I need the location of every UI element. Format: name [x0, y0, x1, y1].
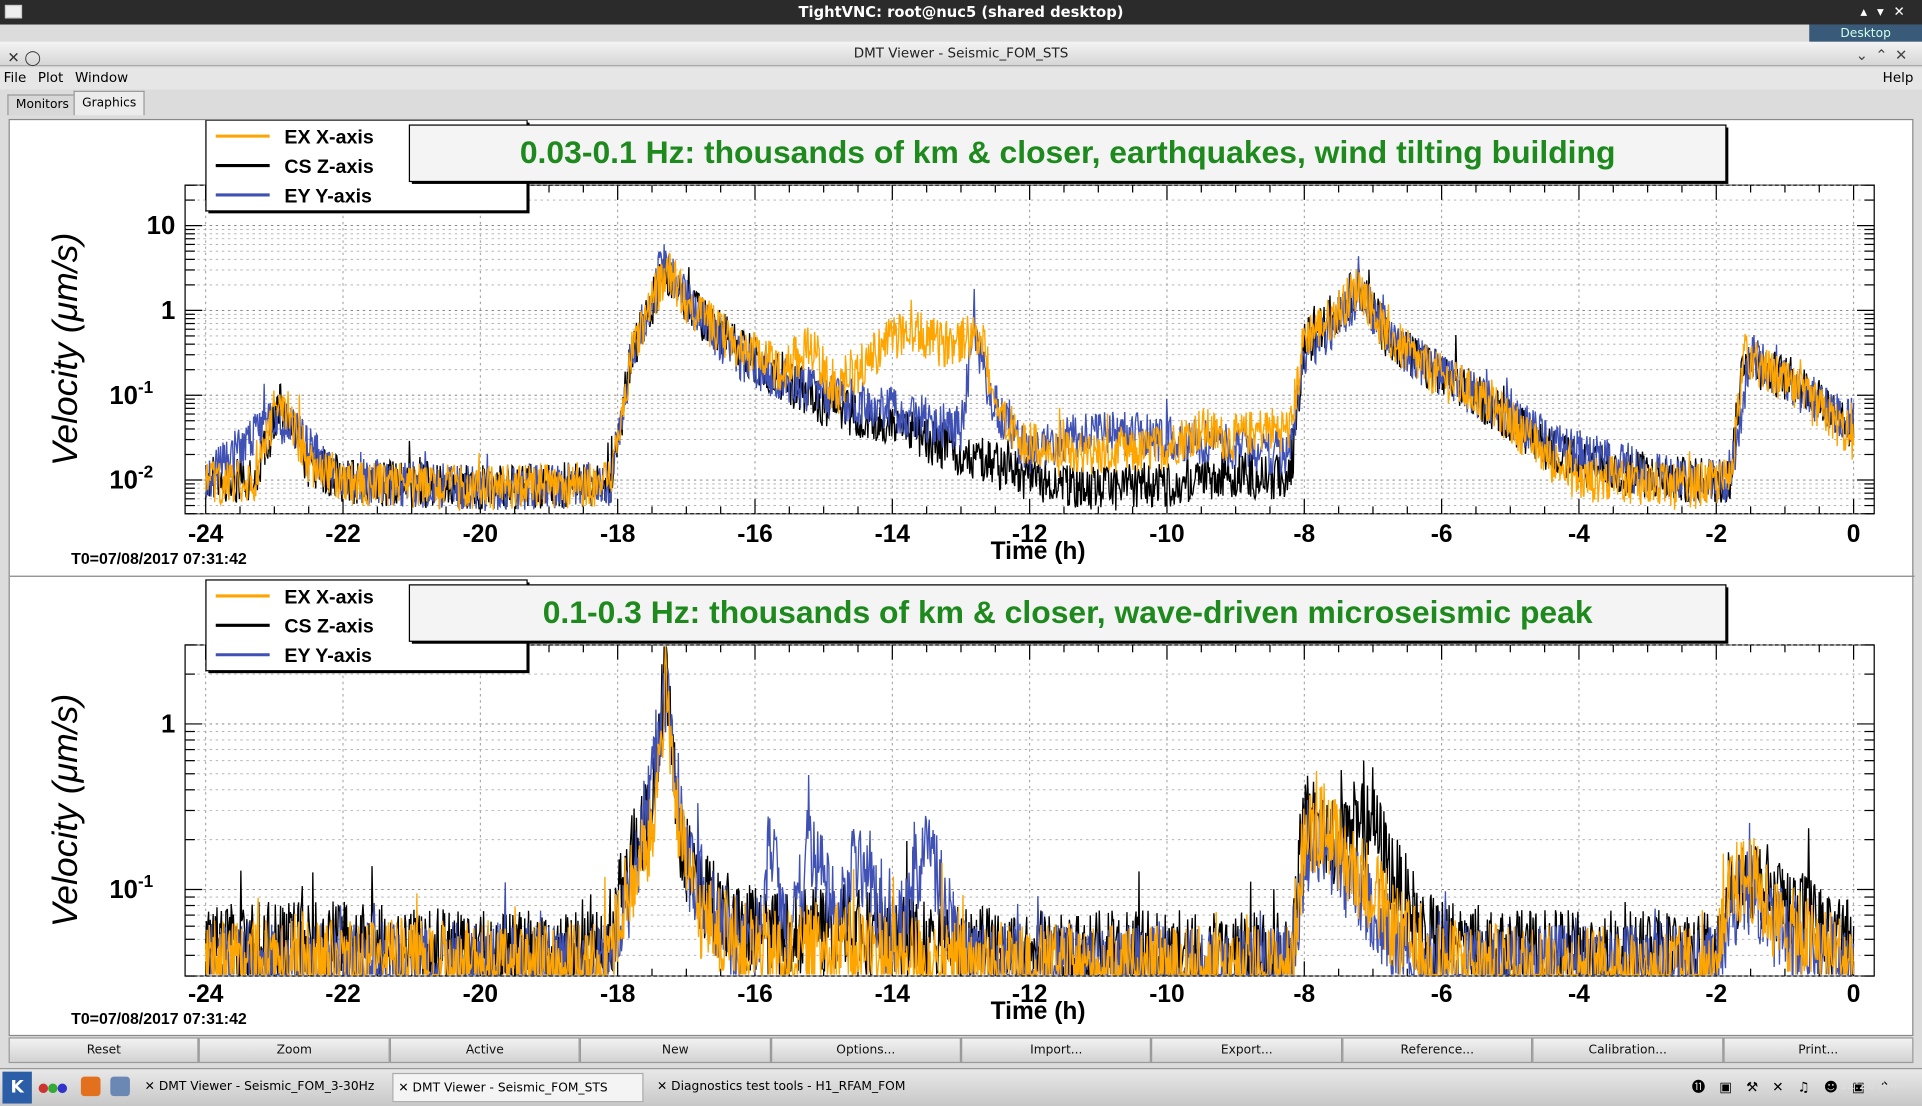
app-title: DMT Viewer - Seismic_FOM_STS — [853, 45, 1069, 62]
terminal-icon[interactable] — [110, 1076, 130, 1097]
legend-label: EY Y-axis — [284, 645, 372, 667]
x-tick-label: -4 — [1568, 981, 1590, 1008]
y-axis-label: Velocity (μm/s) — [45, 233, 85, 466]
pager-icon[interactable]: ●●● — [38, 1081, 68, 1094]
x-tick-label: -6 — [1431, 521, 1453, 548]
legend-label: EY Y-axis — [284, 185, 372, 207]
y-tick-label: 10 — [147, 212, 176, 240]
x-tick-label: -8 — [1293, 981, 1315, 1008]
print-button[interactable]: Print... — [1723, 1037, 1914, 1064]
taskbar: K ●●● ✕ DMT Viewer - Seismic_FOM_3-30Hz … — [0, 1067, 1922, 1106]
options-button[interactable]: Options... — [770, 1037, 962, 1064]
x-tick-label: -18 — [600, 981, 635, 1008]
x-tick-label: -16 — [737, 521, 772, 548]
y-axis-label: Velocity (μm/s) — [45, 694, 85, 927]
clock: 12:26 AM — [1839, 1079, 1898, 1093]
legend-label: EX X-axis — [284, 586, 373, 608]
x-tick-label: -2 — [1705, 521, 1727, 548]
x-tick-label: -14 — [875, 981, 911, 1008]
menu-help[interactable]: Help — [1879, 67, 1917, 89]
export-button[interactable]: Export... — [1151, 1037, 1343, 1064]
menubar: File Plot Window Help — [0, 67, 1922, 90]
t0-label: T0=07/08/2017 07:31:42 — [71, 1011, 247, 1028]
menu-window[interactable]: Window — [71, 67, 132, 89]
legend-label: CS Z-axis — [284, 616, 373, 638]
kde-menu-icon[interactable]: K — [2, 1071, 32, 1104]
x-tick-label: -10 — [1149, 981, 1184, 1008]
x-tick-label: -16 — [737, 981, 772, 1008]
vnc-title: TightVNC: root@nuc5 (shared desktop) — [798, 3, 1124, 21]
reference-button[interactable]: Reference... — [1342, 1037, 1533, 1064]
plots-svg: -24 -22 -20 -18 -16 -14 -12 -10 -8 -6 -4 -2 010110-1… — [9, 119, 1915, 1028]
taskbar-item-label: DMT Viewer - Seismic_FOM_STS — [412, 1081, 608, 1095]
app-close-icon[interactable]: ✕ ◯ — [7, 45, 40, 70]
x-tick-label: -22 — [325, 521, 360, 548]
tab-graphics[interactable]: Graphics — [73, 90, 145, 116]
x-tick-label: -24 — [188, 521, 224, 548]
x-tick-label: -20 — [463, 981, 498, 1008]
new-button[interactable]: New — [580, 1037, 771, 1064]
x-tick-label: -10 — [1149, 521, 1184, 548]
firefox-icon[interactable] — [80, 1076, 101, 1097]
menu-plot[interactable]: Plot — [34, 67, 67, 89]
y-tick-label: 10-1 — [109, 377, 153, 410]
legend-label: EX X-axis — [284, 126, 373, 148]
y-tick-label: 1 — [161, 711, 175, 739]
x-tick-label: -2 — [1705, 981, 1727, 1008]
calibration-button[interactable]: Calibration... — [1532, 1037, 1724, 1064]
x-tick-label: -18 — [600, 521, 635, 548]
import-button[interactable]: Import... — [961, 1037, 1152, 1064]
vnc-window-controls[interactable]: ▴▾✕ — [1860, 0, 1914, 25]
x-tick-label: -22 — [325, 981, 360, 1008]
chart-2: -24 -22 -20 -18 -16 -14 -12 -10 -8 -6 -4 -2 0110-1Ti… — [45, 579, 1875, 1028]
bottom-button-bar: Reset Zoom Active New Options... Import... Exp… — [8, 1037, 1914, 1064]
taskbar-item-label: Diagnostics test tools - H1_RFAM_FOM — [671, 1080, 906, 1094]
taskbar-item-seismic-3-30hz[interactable]: ✕ DMT Viewer - Seismic_FOM_3-30Hz — [140, 1073, 379, 1102]
y-tick-label: 1 — [161, 297, 175, 325]
taskbar-item-diagnostics[interactable]: ✕ Diagnostics test tools - H1_RFAM_FOM — [652, 1073, 910, 1102]
x-tick-label: -4 — [1568, 521, 1590, 548]
x-tick-label: 0 — [1847, 981, 1861, 1008]
vnc-titlebar: TightVNC: root@nuc5 (shared desktop) ▴▾✕ — [0, 0, 1922, 25]
app-window-controls[interactable]: ⌄⌃✕ — [1856, 43, 1915, 68]
legend-label: CS Z-axis — [284, 156, 373, 178]
taskbar-item-seismic-sts[interactable]: ✕ DMT Viewer - Seismic_FOM_STS — [392, 1072, 644, 1103]
chart-title: 0.03-0.1 Hz: thousands of km & closer, e… — [520, 134, 1616, 170]
y-tick-label: 10-2 — [109, 462, 153, 495]
reset-button[interactable]: Reset — [8, 1037, 200, 1064]
chart-title: 0.1-0.3 Hz: thousands of km & closer, wa… — [543, 594, 1593, 630]
t0-label: T0=07/08/2017 07:31:42 — [71, 551, 247, 568]
x-tick-label: -14 — [875, 521, 911, 548]
tab-monitors[interactable]: Monitors — [7, 94, 78, 116]
menu-file[interactable]: File — [0, 67, 30, 89]
plot-canvas[interactable]: -24 -22 -20 -18 -16 -14 -12 -10 -8 -6 -4 -2 0 10 1 10-1… — [8, 118, 1915, 1037]
x-axis-label: Time (h) — [991, 538, 1086, 565]
x-tick-label: -24 — [188, 981, 224, 1008]
taskbar-item-label: DMT Viewer - Seismic_FOM_3-30Hz — [158, 1080, 375, 1094]
active-button[interactable]: Active — [389, 1037, 581, 1064]
y-tick-label: 10-1 — [109, 871, 153, 904]
x-tick-label: -6 — [1431, 981, 1453, 1008]
chart-1: -24 -22 -20 -18 -16 -14 -12 -10 -8 -6 -4 -2 010110-1… — [45, 119, 1875, 568]
x-tick-label: -20 — [463, 521, 498, 548]
x-tick-label: -8 — [1293, 521, 1315, 548]
app-titlebar: ✕ ◯ DMT Viewer - Seismic_FOM_STS ⌄⌃✕ — [0, 41, 1922, 70]
window-menu-icon[interactable] — [4, 4, 23, 19]
x-axis-label: Time (h) — [991, 998, 1086, 1025]
zoom-button[interactable]: Zoom — [199, 1037, 390, 1064]
x-tick-label: 0 — [1847, 521, 1861, 548]
